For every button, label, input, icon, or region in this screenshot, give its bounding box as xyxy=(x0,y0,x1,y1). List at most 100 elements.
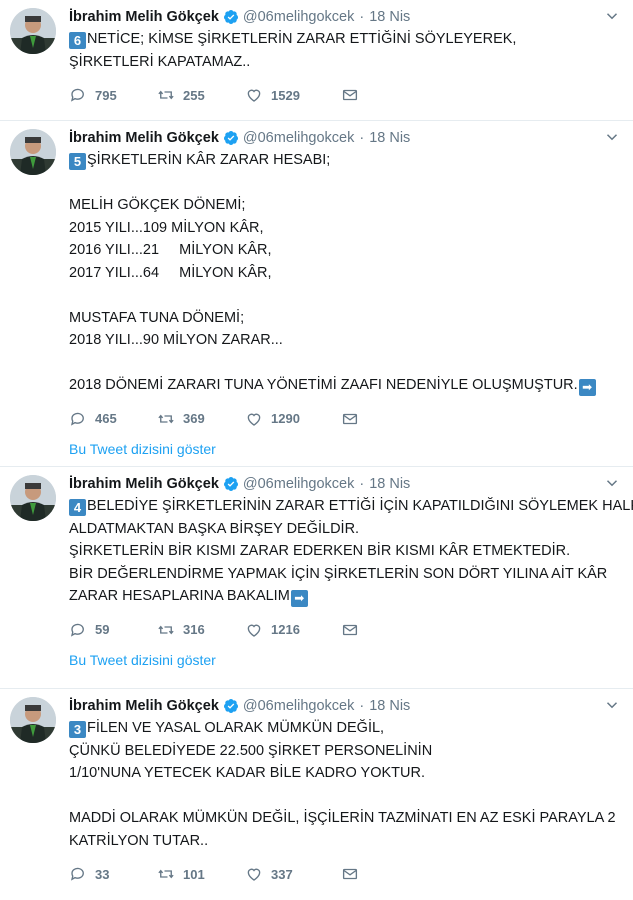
like-count: 1290 xyxy=(271,411,300,426)
direct-message-button[interactable] xyxy=(341,86,367,104)
tweet[interactable]: İbrahim Melih Gökçek @06melihgokcek · 18… xyxy=(0,0,633,121)
reply-count: 33 xyxy=(95,866,110,882)
chevron-down-icon[interactable] xyxy=(603,696,621,714)
tweet[interactable]: İbrahim Melih Gökçek @06melihgokcek · 18… xyxy=(0,689,633,900)
author-name[interactable]: İbrahim Melih Gökçek xyxy=(69,130,219,146)
like-button[interactable]: 1216 xyxy=(245,621,341,639)
tweet-line: MUSTAFA TUNA DÖNEMİ; xyxy=(69,309,245,326)
tweet-line xyxy=(69,785,619,808)
author-name[interactable]: İbrahim Melih Gökçek xyxy=(69,476,219,492)
retweet-count: 255 xyxy=(183,87,205,103)
right-arrow-icon: ➡ xyxy=(578,379,596,396)
direct-message-button[interactable] xyxy=(341,865,367,883)
tweet-line: BİR DEĞERLENDİRME YAPMAK İÇİN ŞİRKETLERİ… xyxy=(69,565,608,582)
avatar[interactable] xyxy=(10,129,56,175)
reply-icon xyxy=(70,623,84,637)
tweet-header: İbrahim Melih Gökçek @06melihgokcek · 18… xyxy=(69,697,619,715)
heart-icon xyxy=(247,413,261,426)
author-name[interactable]: İbrahim Melih Gökçek xyxy=(69,698,219,714)
heart-icon xyxy=(247,624,261,637)
author-handle[interactable]: @06melihgokcek xyxy=(243,9,354,25)
author-name[interactable]: İbrahim Melih Gökçek xyxy=(69,9,219,25)
like-count: 337 xyxy=(271,866,293,882)
retweet-count: 369 xyxy=(183,411,205,426)
reply-count: 795 xyxy=(95,87,117,103)
chevron-down-icon[interactable] xyxy=(603,474,621,492)
tweet-header: İbrahim Melih Gökçek @06melihgokcek · 18… xyxy=(69,475,619,493)
tweet-time[interactable]: 18 Nis xyxy=(369,476,410,492)
show-thread-link[interactable]: Bu Tweet dizisini göster xyxy=(69,652,216,668)
reply-count: 465 xyxy=(95,411,117,426)
tweet-actions: 33 101 337 xyxy=(69,862,619,886)
tweet-line: ŞİRKETLERİN KÂR ZARAR HESABI; xyxy=(87,152,331,168)
reply-icon xyxy=(70,88,84,102)
author-handle[interactable]: @06melihgokcek xyxy=(243,130,354,146)
separator-dot: · xyxy=(359,130,365,146)
verified-badge-icon xyxy=(223,477,238,491)
avatar[interactable] xyxy=(10,475,56,521)
separator-dot: · xyxy=(359,476,365,492)
tweet-time[interactable]: 18 Nis xyxy=(369,698,410,714)
reply-button[interactable]: 33 xyxy=(69,865,157,883)
separator-dot: · xyxy=(359,698,365,714)
heart-icon xyxy=(247,868,261,881)
retweet-icon xyxy=(158,414,174,423)
keycap-badge: 4 xyxy=(69,499,86,516)
author-handle[interactable]: @06melihgokcek xyxy=(243,698,354,714)
retweet-icon xyxy=(158,625,174,634)
retweet-button[interactable]: 316 xyxy=(157,621,245,639)
tweet-line: 2017 YILI...64 MİLYON KÂR, xyxy=(69,264,272,281)
direct-message-button[interactable] xyxy=(341,621,367,639)
tweet-text: 5 ŞİRKETLERİN KÂR ZARAR HESABI; MELİH GÖK… xyxy=(69,149,619,397)
retweet-button[interactable]: 101 xyxy=(157,865,245,883)
tweet-line: ÇÜNKÜ BELEDİYEDE 22.500 ŞİRKET PERSONELİ… xyxy=(69,742,433,759)
retweet-count: 316 xyxy=(183,622,205,637)
reply-button[interactable]: 59 xyxy=(69,621,157,639)
tweet-line: FİLEN VE YASAL OLARAK MÜMKÜN DEĞİL, xyxy=(87,720,385,736)
envelope-icon xyxy=(342,89,358,101)
retweet-icon xyxy=(158,869,174,879)
tweet-actions: 465 369 1290 xyxy=(69,407,619,431)
right-arrow-icon: ➡ xyxy=(290,590,308,607)
verified-badge-icon xyxy=(223,131,238,145)
reply-icon xyxy=(70,867,84,881)
envelope-icon xyxy=(342,624,358,635)
author-handle[interactable]: @06melihgokcek xyxy=(243,476,354,492)
verified-badge-icon xyxy=(223,699,238,713)
tweet-time[interactable]: 18 Nis xyxy=(369,130,410,146)
like-button[interactable]: 1529 xyxy=(245,86,341,104)
envelope-icon xyxy=(342,413,358,424)
tweet-line: 2018 YILI...90 MİLYON ZARAR... xyxy=(69,332,283,348)
tweet-actions: 59 316 1216 xyxy=(69,618,619,642)
reply-icon xyxy=(70,412,84,426)
tweet-text: 3 FİLEN VE YASAL OLARAK MÜMKÜN DEĞİL, ÇÜN… xyxy=(69,717,619,852)
separator-dot: · xyxy=(359,9,365,25)
reply-button[interactable]: 465 xyxy=(69,410,157,428)
tweet-line xyxy=(69,172,619,195)
tweet-line: MELİH GÖKÇEK DÖNEMİ; xyxy=(69,197,246,213)
tweet-header: İbrahim Melih Gökçek @06melihgokcek · 18… xyxy=(69,129,619,147)
tweet-line: KATRİLYON TUTAR.. xyxy=(69,832,209,849)
show-thread-link[interactable]: Bu Tweet dizisini göster xyxy=(69,441,216,457)
chevron-down-icon[interactable] xyxy=(603,128,621,146)
chevron-down-icon[interactable] xyxy=(603,7,621,25)
retweet-count: 101 xyxy=(183,866,205,882)
reply-count: 59 xyxy=(95,622,110,637)
tweet-header: İbrahim Melih Gökçek @06melihgokcek · 18… xyxy=(69,8,619,26)
tweet-line: 1/10'NUNA YETECEK KADAR BİLE KADRO YOKTU… xyxy=(69,765,425,781)
tweet-line: MADDİ OLARAK MÜMKÜN DEĞİL, İŞÇİLERİN TAZ… xyxy=(69,810,616,826)
retweet-button[interactable]: 255 xyxy=(157,86,245,104)
direct-message-button[interactable] xyxy=(341,410,367,428)
tweet[interactable]: İbrahim Melih Gökçek @06melihgokcek · 18… xyxy=(0,467,633,689)
tweet-line: 2016 YILI...21 MİLYON KÂR, xyxy=(69,242,272,258)
retweet-button[interactable]: 369 xyxy=(157,410,245,428)
reply-button[interactable]: 795 xyxy=(69,86,157,104)
keycap-badge: 5 xyxy=(69,153,86,170)
tweet-time[interactable]: 18 Nis xyxy=(369,9,410,25)
avatar[interactable] xyxy=(10,697,56,743)
like-button[interactable]: 337 xyxy=(245,865,341,883)
tweet[interactable]: İbrahim Melih Gökçek @06melihgokcek · 18… xyxy=(0,121,633,467)
avatar[interactable] xyxy=(10,8,56,54)
envelope-icon xyxy=(342,868,358,880)
like-button[interactable]: 1290 xyxy=(245,410,341,428)
